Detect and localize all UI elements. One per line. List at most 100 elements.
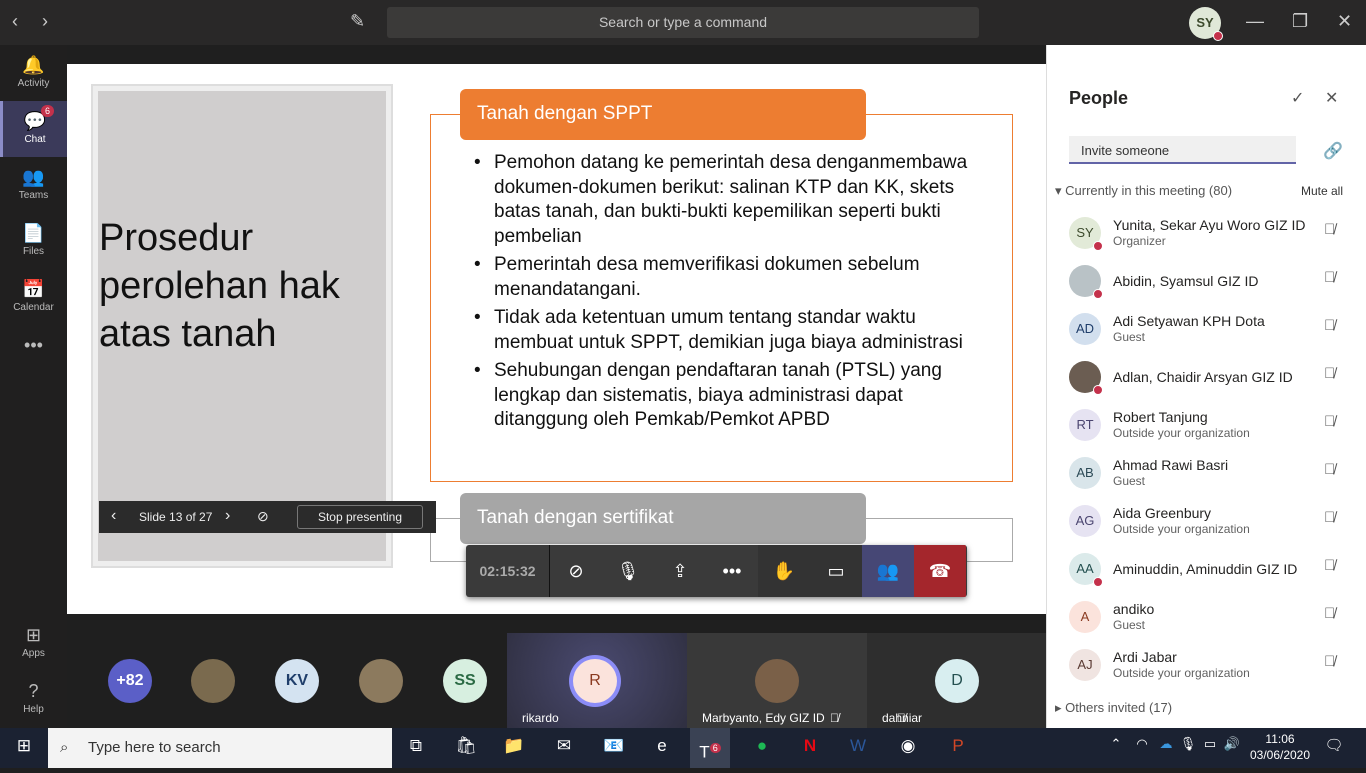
edge-icon[interactable]: e (642, 736, 682, 756)
slide-title: Prosedur perolehan hak atas tanah (99, 217, 340, 355)
avatar-initials: AJ (1077, 657, 1093, 672)
raise-hand-icon[interactable]: ✋ (758, 545, 810, 597)
slide-counter: Slide 13 of 27 (139, 510, 213, 524)
mute-all-button[interactable]: Mute all (1301, 184, 1343, 198)
overflow-participants-button[interactable]: +82 (108, 659, 152, 703)
rail-item-apps[interactable]: ⊞ Apps (0, 615, 67, 671)
mic-muted-icon[interactable]: 🎙̸ (1324, 653, 1335, 670)
word-icon[interactable]: W (838, 736, 878, 756)
participant-row[interactable]: AA Aminuddin, Aminuddin GIZ ID 🎙̸ (1047, 545, 1366, 593)
participant-avatar: AJ (1069, 649, 1101, 681)
mic-muted-icon[interactable]: 🎙̸ (1324, 557, 1335, 574)
camera-off-icon[interactable]: ⊘ (550, 545, 602, 597)
mail-icon[interactable]: ✉ (544, 736, 584, 756)
notifications-icon[interactable]: 🗨 (1314, 736, 1354, 754)
rail-item-help[interactable]: ? Help (0, 671, 67, 727)
prev-slide-icon[interactable]: ‹ (111, 507, 116, 525)
avatar-initials: SS (454, 672, 476, 689)
spotify-icon[interactable]: ● (742, 736, 782, 756)
maximize-icon[interactable]: ❐ (1292, 11, 1308, 32)
mic-muted-icon[interactable]: 🎙̸ (1324, 317, 1335, 334)
participant-name: Adlan, Chaidir Arsyan GIZ ID (1113, 369, 1293, 385)
netflix-icon[interactable]: N (790, 736, 830, 756)
forward-icon[interactable]: › (42, 11, 48, 32)
rail-item-teams[interactable]: 👥 Teams (0, 157, 67, 213)
mic-muted-icon[interactable]: 🎙̸ (1324, 413, 1335, 430)
store-icon[interactable]: 🛍 (446, 736, 486, 756)
participant-avatar[interactable] (191, 659, 235, 703)
powerpoint-icon[interactable]: P (938, 736, 978, 756)
teams-taskbar-icon[interactable]: T6 (690, 728, 730, 768)
participant-row[interactable]: RT Robert Tanjung Outside your organizatio… (1047, 401, 1366, 449)
others-invited-toggle[interactable]: ▸ Others invited (17) (1055, 700, 1172, 716)
back-icon[interactable]: ‹ (12, 11, 18, 32)
participant-row[interactable]: Abidin, Syamsul GIZ ID 🎙̸ (1047, 257, 1366, 305)
rail-item-files[interactable]: 📄 Files (0, 213, 67, 269)
mic-muted-icon[interactable]: 🎙̸ (1324, 461, 1335, 478)
volume-icon[interactable]: 🔊 (1212, 736, 1252, 752)
more-icon[interactable]: ••• (706, 545, 758, 597)
participants-icon[interactable]: 👥 (862, 545, 914, 597)
participant-row[interactable]: AD Adi Setyawan KPH Dota Guest 🎙̸ (1047, 305, 1366, 353)
participant-row[interactable]: AB Ahmad Rawi Basri Guest 🎙̸ (1047, 449, 1366, 497)
taskbar-search[interactable]: ⌕ Type here to search (48, 728, 392, 768)
link-icon[interactable]: 🔗 (1323, 141, 1343, 161)
invite-input[interactable]: Invite someone (1069, 136, 1296, 164)
close-panel-icon[interactable]: ✕ (1325, 88, 1338, 108)
chrome-icon[interactable]: ◉ (888, 736, 928, 756)
meeting-section-toggle[interactable]: ▾ Currently in this meeting (80) (1055, 183, 1232, 199)
participant-row[interactable]: AG Aida Greenbury Outside your organizatio… (1047, 497, 1366, 545)
participant-row[interactable]: AJ Ardi Jabar Outside your organization 🎙̸ (1047, 641, 1366, 689)
participant-avatar[interactable]: SS (443, 659, 487, 703)
video-tile[interactable]: Rrikardo (507, 633, 687, 728)
hide-eye-icon[interactable]: ⊘ (257, 508, 269, 525)
participant-name: Adi Setyawan KPH Dota (1113, 313, 1265, 329)
avatar-initials: AD (1075, 321, 1095, 336)
mic-muted-icon[interactable]: 🎙̸ (1324, 269, 1335, 286)
outlook-icon[interactable]: 📧 (594, 736, 634, 756)
participant-avatar[interactable] (359, 659, 403, 703)
video-tile[interactable]: Ddahniar 🎙̸ (867, 633, 1046, 728)
avatar-initials: D (951, 672, 963, 689)
stop-presenting-button[interactable]: Stop presenting (297, 505, 423, 529)
avatar-initials: AA (1076, 561, 1094, 576)
mic-muted-icon[interactable]: 🎙̸ (1324, 365, 1335, 382)
tile-name: rikardo (522, 711, 559, 725)
rail-item-activity[interactable]: 🔔 Activity (0, 45, 67, 101)
mic-muted-icon[interactable]: 🎙̸ (1324, 221, 1335, 238)
mic-muted-icon: 🎙̸ (830, 711, 839, 725)
clock[interactable]: 11:06 03/06/2020 (1248, 731, 1312, 763)
windows-start-icon[interactable]: ⊞ (4, 736, 44, 756)
search-input[interactable]: Search or type a command (387, 7, 979, 38)
mic-muted-icon[interactable]: 🎙̸ (1324, 509, 1335, 526)
participant-name: Robert Tanjung (1113, 409, 1208, 425)
participant-avatar: R (573, 659, 617, 703)
participant-row[interactable]: SY Yunita, Sekar Ayu Woro GIZ ID Organizer… (1047, 209, 1366, 257)
compose-icon[interactable]: ✎ (350, 11, 365, 32)
rail-item-chat[interactable]: 💬 Chat 6 (0, 101, 67, 157)
user-avatar[interactable]: SY (1189, 7, 1223, 41)
minimize-icon[interactable]: — (1246, 11, 1264, 32)
participant-row[interactable]: Aandiko Guest 🎙̸ (1047, 593, 1366, 641)
hang-up-button[interactable]: ☎ (914, 545, 966, 597)
rail-item-more[interactable]: ••• (0, 325, 67, 381)
close-window-icon[interactable]: ✕ (1337, 11, 1352, 32)
tile-name: Marbyanto, Edy GIZ ID (702, 711, 825, 725)
participant-row[interactable]: Adlan, Chaidir Arsyan GIZ ID 🎙̸ (1047, 353, 1366, 401)
participant-role: Outside your organization (1113, 426, 1250, 440)
taskbar: ⊞ ⌕ Type here to search ⧉ 🛍 📁 ✉ 📧 e T6 ● … (0, 728, 1366, 768)
task-view-icon[interactable]: ⧉ (396, 736, 436, 756)
pop-out-icon[interactable]: ✓ (1291, 88, 1304, 108)
file-explorer-icon[interactable]: 📁 (494, 736, 534, 756)
help-icon: ? (28, 681, 39, 701)
participant-avatar[interactable]: KV (275, 659, 319, 703)
mic-off-icon[interactable]: 🎙 (602, 545, 654, 597)
mic-muted-icon[interactable]: 🎙̸ (1324, 605, 1335, 622)
video-tile[interactable]: Marbyanto, Edy GIZ ID 🎙̸ (687, 633, 867, 728)
rail-item-calendar[interactable]: 📅 Calendar (0, 269, 67, 325)
participant-avatar: AG (1069, 505, 1101, 537)
teams-icon: 👥 (22, 167, 45, 187)
next-slide-icon[interactable]: › (225, 507, 230, 525)
chat-icon[interactable]: ▭ (810, 545, 862, 597)
share-icon[interactable]: ⇪ (654, 545, 706, 597)
